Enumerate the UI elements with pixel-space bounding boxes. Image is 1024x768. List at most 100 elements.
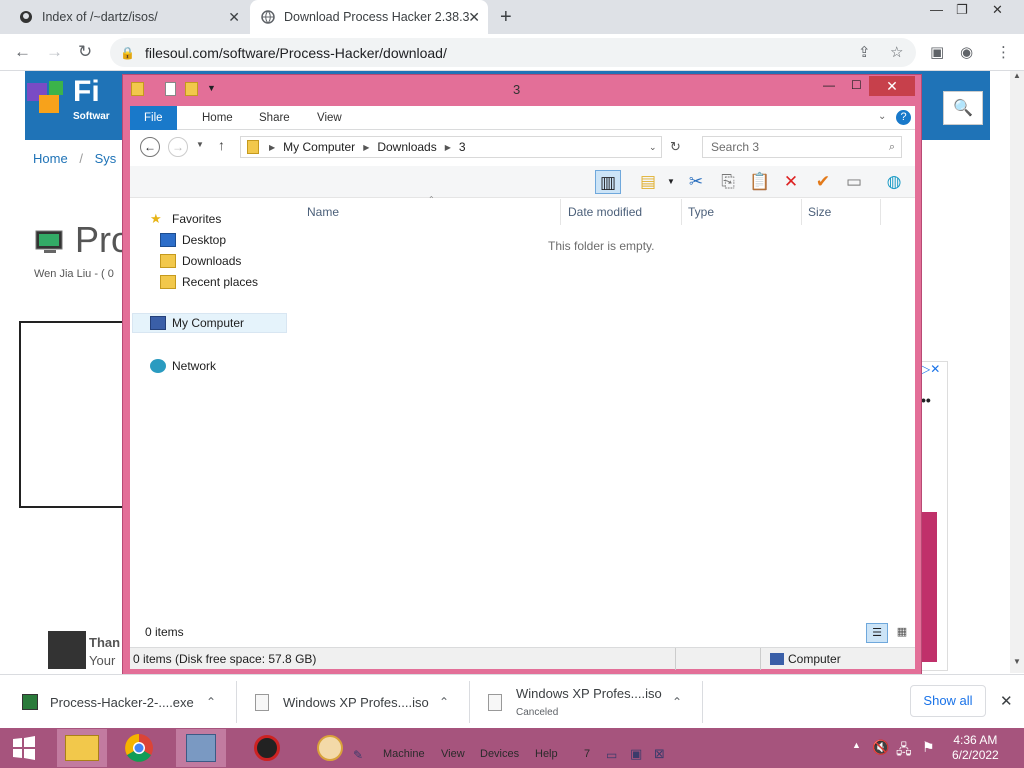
copy-icon[interactable]: ⎘ (715, 170, 741, 194)
ad-choices-icon[interactable]: ▷✕ (921, 362, 940, 376)
site-search-button[interactable]: 🔍 (943, 91, 983, 125)
column-separator[interactable] (801, 199, 802, 225)
breadcrumb-home[interactable]: Home (33, 151, 68, 166)
properties-icon[interactable] (165, 82, 176, 96)
cut-icon[interactable]: ✂ (683, 170, 709, 194)
nav-network[interactable]: Network (150, 359, 216, 373)
dropdown-icon[interactable]: ▼ (667, 177, 675, 186)
vbox-menu-view[interactable]: View (441, 748, 465, 760)
check-icon[interactable]: ✔ (810, 170, 836, 194)
close-window-button[interactable]: ✕ (869, 76, 915, 96)
details-view-icon[interactable]: ☰ (866, 623, 888, 643)
column-separator[interactable] (560, 199, 561, 225)
address-box[interactable]: ▶ My Computer ▶ Downloads ▶ 3 ⌄ (240, 136, 662, 158)
ribbon-tab-share[interactable]: Share (245, 106, 304, 130)
refresh-icon[interactable]: ↻ (670, 139, 681, 155)
bookmark-star-icon[interactable]: ☆ (890, 43, 903, 61)
delete-icon[interactable]: ✕ (778, 170, 804, 194)
tab-download-process-hacker[interactable]: Download Process Hacker 2.38.3 ✕ (250, 0, 488, 34)
side-ad[interactable]: ▷✕ •• (918, 361, 948, 671)
column-separator[interactable] (880, 199, 881, 225)
back-icon[interactable]: ← (140, 137, 160, 157)
vbox-menu-machine[interactable]: Machine (383, 748, 425, 760)
chevron-up-icon[interactable]: ⌃ (206, 695, 216, 709)
tab-index-of-isos[interactable]: Index of /~dartz/isos/ ✕ (8, 0, 248, 34)
path-segment-downloads[interactable]: Downloads (377, 140, 436, 154)
forward-icon[interactable]: → (168, 137, 188, 157)
breadcrumb-category[interactable]: Sys (95, 151, 117, 166)
recent-locations-icon[interactable]: ▼ (196, 140, 204, 149)
ribbon-expand-icon[interactable]: ⌄ (878, 111, 886, 122)
restore-icon[interactable]: ❐ (956, 2, 968, 18)
profile-icon[interactable]: ◉ (960, 43, 973, 61)
side-panel-icon[interactable]: ▣ (930, 43, 944, 61)
site-logo[interactable] (25, 77, 65, 117)
taskbar-virtualbox[interactable] (176, 729, 226, 767)
scroll-up-icon[interactable]: ▲ (1013, 71, 1021, 80)
close-tab-icon[interactable]: ✕ (468, 9, 480, 26)
close-tab-icon[interactable]: ✕ (228, 9, 240, 26)
chevron-up-icon[interactable]: ⌃ (672, 695, 682, 709)
search-input[interactable]: Search 3 ⌕ (702, 136, 902, 158)
nav-recent-places[interactable]: Recent places (160, 275, 258, 289)
github-icon (18, 9, 34, 25)
start-button[interactable] (0, 729, 48, 767)
page-scrollbar[interactable]: ▲ ▼ (1010, 71, 1024, 673)
path-segment-3[interactable]: 3 (459, 140, 466, 154)
address-bar[interactable]: 🔒 filesoul.com/software/Process-Hacker/d… (110, 38, 916, 67)
chevron-up-icon[interactable]: ⌃ (439, 695, 449, 709)
forward-icon[interactable]: → (46, 42, 63, 62)
select-folder-icon[interactable]: ▤ (635, 170, 661, 194)
path-segment-computer[interactable]: My Computer (283, 140, 355, 154)
menu-icon[interactable]: ⋮ (996, 43, 1011, 61)
share-icon[interactable]: ⇪ (858, 43, 871, 61)
up-icon[interactable]: ↑ (218, 137, 225, 153)
taskbar-chrome[interactable] (114, 729, 164, 767)
taskbar-app[interactable] (242, 729, 292, 767)
ribbon-tab-file[interactable]: File (130, 106, 177, 130)
column-size[interactable]: Size (808, 205, 831, 219)
download-item[interactable]: Process-Hacker-2-....exe ⌃ (22, 675, 232, 729)
nav-downloads[interactable]: Downloads (160, 254, 241, 268)
scroll-down-icon[interactable]: ▼ (1013, 657, 1021, 666)
show-all-button[interactable]: Show all (910, 685, 986, 717)
vbox-menu-devices[interactable]: Devices (480, 748, 519, 760)
back-icon[interactable]: ← (14, 42, 31, 62)
column-date-modified[interactable]: Date modified (568, 205, 642, 219)
vbox-menu-help[interactable]: Help (535, 748, 558, 760)
new-tab-button[interactable]: + (500, 6, 512, 29)
column-name[interactable]: Name (307, 205, 339, 219)
taskbar-explorer[interactable] (57, 729, 107, 767)
clock[interactable]: 4:36 AM 6/2/2022 (952, 733, 999, 763)
quick-access-dropdown-icon[interactable]: ▼ (207, 83, 216, 93)
column-type[interactable]: Type (688, 205, 714, 219)
reload-icon[interactable]: ↻ (78, 42, 92, 62)
rename-icon[interactable]: ▭ (841, 170, 867, 194)
nav-favorites[interactable]: ★ Favorites (150, 212, 221, 227)
column-separator[interactable] (681, 199, 682, 225)
flag-icon[interactable]: ⚑ (922, 739, 935, 756)
preview-pane-icon[interactable]: ▥ (595, 170, 621, 194)
ribbon-tab-view[interactable]: View (303, 106, 356, 130)
new-folder-icon[interactable] (185, 82, 198, 96)
download-item[interactable]: Windows XP Profes....iso Canceled ⌃ (488, 675, 698, 729)
nav-my-computer[interactable]: My Computer (132, 313, 287, 333)
minimize-icon[interactable]: — (823, 78, 835, 92)
maximize-icon[interactable]: ☐ (851, 78, 862, 92)
window-close-icon[interactable]: ✕ (992, 2, 1003, 18)
large-icons-view-icon[interactable]: ▦ (892, 623, 912, 643)
taskbar-cd[interactable] (305, 729, 355, 767)
minimize-icon[interactable]: — (930, 2, 943, 17)
ribbon-tab-home[interactable]: Home (188, 106, 247, 130)
download-item[interactable]: Windows XP Profes....iso ⌃ (255, 675, 465, 729)
tray-expand-icon[interactable]: ▲ (852, 740, 861, 750)
network-tray-icon[interactable]: 🖧 (896, 739, 912, 763)
paste-icon[interactable]: 📋 (747, 170, 773, 194)
close-shelf-icon[interactable]: ✕ (1000, 692, 1013, 710)
address-dropdown-icon[interactable]: ⌄ (649, 142, 657, 153)
network-globe-icon[interactable]: ◍ (881, 170, 907, 194)
explorer-titlebar[interactable]: ▼ 3 — ☐ ✕ (123, 75, 921, 105)
help-icon[interactable]: ? (896, 110, 911, 125)
nav-desktop[interactable]: Desktop (160, 233, 226, 247)
volume-muted-icon[interactable]: 🔇 (872, 739, 889, 756)
